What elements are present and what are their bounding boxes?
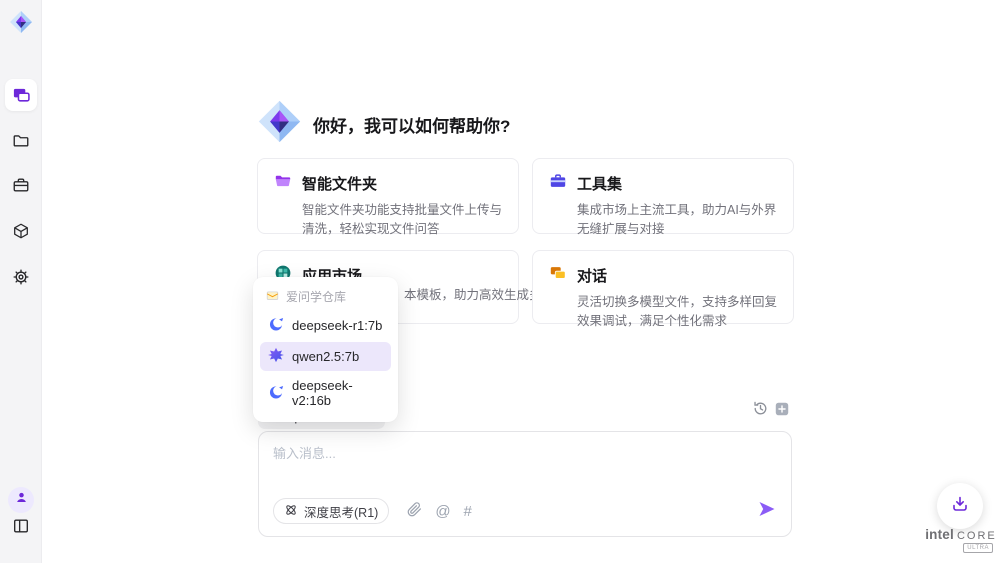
repository-icon [266,289,279,305]
qwen-logo-icon [268,347,284,366]
user-icon [14,490,29,510]
download-icon [950,494,970,519]
hash-icon: # [464,504,472,519]
new-chat-plus-icon [774,401,790,422]
send-plane-icon [757,499,777,524]
message-input[interactable] [273,443,773,485]
card-description: 智能文件夹功能支持批量文件上传与清洗，轻松实现文件问答 [302,201,502,239]
intel-core-badge: intel core ultra [925,527,997,553]
core-wordmark: core [957,530,997,542]
folder-icon [12,131,30,149]
card-description: 集成市场上主流工具，助力AI与外界无缝扩展与对接 [577,201,777,239]
conversation-bubbles-icon [549,264,567,287]
history-button[interactable] [751,402,769,420]
model-option-label: deepseek-r1:7b [292,318,382,333]
model-option-qwen[interactable]: qwen2.5:7b [260,342,391,371]
atom-icon [284,503,298,520]
greeting-gem-logo-icon [257,99,302,144]
message-composer: 深度思考(R1) @ # [258,431,792,537]
greeting-title: 你好，我可以如何帮助你? [313,112,510,137]
card-conversation[interactable]: 对话 灵活切换多模型文件，支持多样回复效果调试，满足个性化需求 [532,250,794,324]
composer-tools: @ # [407,502,472,520]
send-button[interactable] [757,499,777,524]
deepseek-whale-icon [268,384,284,403]
hashtag-button[interactable]: # [464,504,472,519]
model-dropdown-menu: 爱问学仓库 deepseek-r1:7b qw [253,277,398,422]
user-profile-button[interactable] [8,487,34,513]
card-description: 灵活切换多模型文件，支持多样回复效果调试，满足个性化需求 [577,293,777,331]
intel-wordmark: intel [925,527,954,542]
sidebar-item-models[interactable] [5,215,37,247]
app-window: 你好，我可以如何帮助你? 智能文件夹 智能文件夹功能支持批量文件上传与清洗，轻松… [0,0,1000,563]
paperclip-icon [407,502,422,520]
sidebar-item-chat[interactable] [5,79,37,111]
chat-bubbles-icon [12,86,31,105]
sidebar-item-toolbox[interactable] [5,169,37,201]
sidebar-item-settings[interactable] [5,261,37,293]
deepseek-whale-icon [268,316,284,335]
briefcase-icon [12,176,30,194]
card-description-visible-fragment: 本模板，助力高效生成多 [404,284,542,303]
composer-toolbar: 深度思考(R1) @ # [273,498,777,524]
model-option-label: deepseek-v2:16b [292,378,383,408]
card-title: 对话 [577,265,607,286]
deep-think-label: 深度思考(R1) [304,502,378,521]
card-toolset[interactable]: 工具集 集成市场上主流工具，助力AI与外界无缝扩展与对接 [532,158,794,234]
model-option-deepseek-v2[interactable]: deepseek-v2:16b [260,373,391,413]
download-button[interactable] [937,483,983,529]
model-group-row: 爱问学仓库 [253,283,398,309]
at-sign-icon: @ [435,504,450,519]
mention-button[interactable]: @ [435,504,450,519]
gear-icon [12,268,30,286]
card-title: 智能文件夹 [302,173,377,194]
panel-columns-icon [12,517,30,540]
card-smart-folder[interactable]: 智能文件夹 智能文件夹功能支持批量文件上传与清洗，轻松实现文件问答 [257,158,519,234]
model-option-label: qwen2.5:7b [292,349,359,364]
model-option-deepseek-r1[interactable]: deepseek-r1:7b [260,311,391,340]
app-gem-logo-icon [9,10,33,34]
attach-file-button[interactable] [407,502,422,520]
smart-folder-icon [274,172,292,195]
sidebar-item-folders[interactable] [5,124,37,156]
card-title: 工具集 [577,173,622,194]
new-chat-button[interactable] [773,402,791,420]
ultra-badge: ultra [963,543,993,553]
deep-think-toggle[interactable]: 深度思考(R1) [273,498,389,524]
sidebar [0,0,42,563]
history-clock-icon [752,400,769,422]
cube-icon [12,222,30,240]
collapse-sidebar-button[interactable] [11,518,31,538]
model-group-label: 爱问学仓库 [286,288,346,305]
toolset-briefcase-icon [549,172,567,195]
